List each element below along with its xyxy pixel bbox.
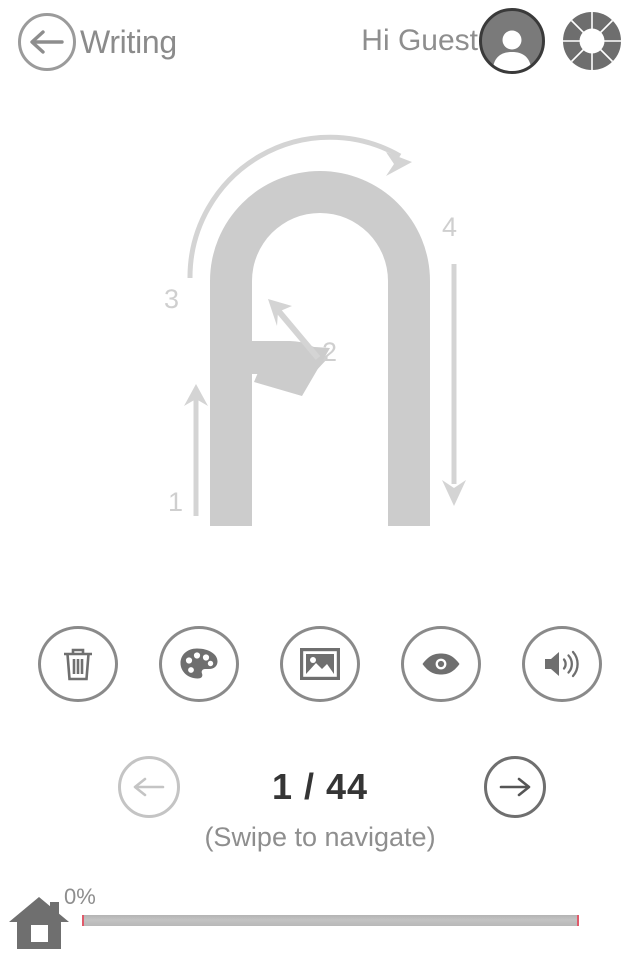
progress-bar[interactable] [82,915,579,926]
back-button[interactable] [18,13,76,71]
home-icon [6,892,72,954]
stroke-order-diagram: 1 2 3 4 [0,96,640,556]
color-button[interactable] [159,626,240,702]
stroke-3-label: 3 [164,284,179,314]
stroke-1-label: 1 [168,487,183,517]
arrow-left-icon [28,27,66,57]
navigation-row: 1 / 44 [0,756,640,820]
stroke-2-label: 2 [322,337,337,367]
sound-button[interactable] [521,626,602,702]
arrow-right-icon [498,774,532,800]
show-button[interactable] [400,626,481,702]
swipe-hint: (Swipe to navigate) [204,822,436,852]
tool-toolbar [0,620,640,708]
character-canvas[interactable]: 1 2 3 4 [0,96,640,596]
stroke-1-arrow [184,384,208,516]
page-title: Writing [80,24,177,60]
home-button[interactable] [6,892,72,954]
clear-button[interactable] [38,626,119,702]
color-wheel-button[interactable] [556,11,628,71]
color-wheel-icon [556,11,628,71]
stroke-4-label: 4 [442,212,457,242]
next-button[interactable] [484,756,546,818]
greeting-label: Hi Guest [361,24,478,57]
avatar[interactable] [479,8,545,74]
image-button[interactable] [279,626,360,702]
image-icon [299,648,340,680]
trash-icon [61,645,95,683]
app-header: Writing Hi Guest [0,0,640,84]
progress-label: 0% [64,884,96,909]
eye-icon [421,652,461,676]
palette-icon [179,647,219,681]
user-avatar-icon [489,25,535,71]
speaker-icon [542,648,582,680]
stroke-4-arrow [442,264,466,506]
